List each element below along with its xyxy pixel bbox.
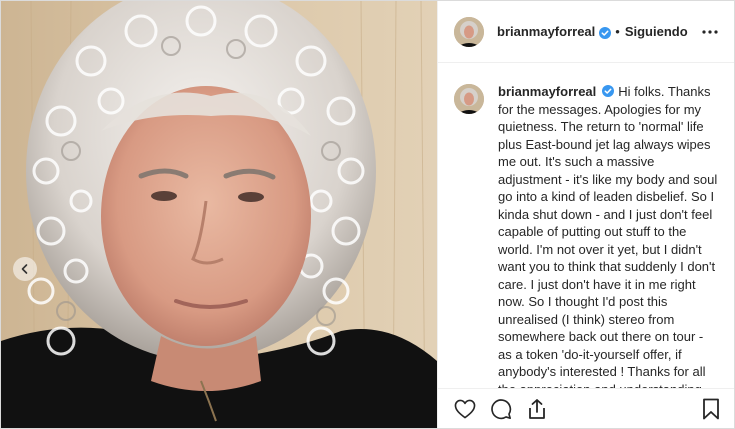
header-username[interactable]: brianmayforreal	[497, 24, 595, 39]
following-button[interactable]: Siguiendo	[625, 24, 688, 39]
comments-area: brianmayforreal Hi folks. Thanks for the …	[438, 63, 734, 388]
separator-dot: •	[615, 24, 620, 39]
caption-text: brianmayforreal Hi folks. Thanks for the …	[498, 83, 720, 388]
caption: brianmayforreal Hi folks. Thanks for the …	[454, 83, 722, 388]
instagram-post: brianmayforreal • Siguiendo brianmayforr…	[0, 0, 735, 429]
post-side-panel: brianmayforreal • Siguiendo brianmayforr…	[437, 1, 734, 428]
bookmark-icon	[703, 398, 719, 419]
caption-username[interactable]: brianmayforreal	[498, 84, 596, 99]
photo-image	[1, 1, 437, 428]
post-header: brianmayforreal • Siguiendo	[438, 1, 734, 63]
carousel-prev-button[interactable]	[13, 257, 37, 281]
verified-badge-icon	[602, 84, 615, 97]
comment-button[interactable]	[488, 396, 514, 422]
heart-icon	[454, 399, 476, 418]
caption-body: Hi folks. Thanks for the messages. Apolo…	[498, 84, 718, 388]
avatar[interactable]	[454, 16, 484, 47]
avatar-image	[454, 84, 484, 114]
like-button[interactable]	[452, 396, 478, 422]
more-options-icon	[702, 29, 718, 34]
chevron-left-icon	[21, 264, 28, 274]
avatar-image	[454, 16, 484, 47]
verified-badge-icon	[599, 26, 612, 39]
post-photo[interactable]	[1, 1, 437, 428]
share-icon	[529, 398, 545, 419]
share-button[interactable]	[524, 396, 550, 422]
save-button[interactable]	[698, 396, 724, 422]
comment-icon	[491, 398, 512, 419]
action-bar	[438, 388, 734, 428]
caption-avatar[interactable]	[454, 84, 484, 114]
more-options-button[interactable]	[698, 22, 722, 42]
